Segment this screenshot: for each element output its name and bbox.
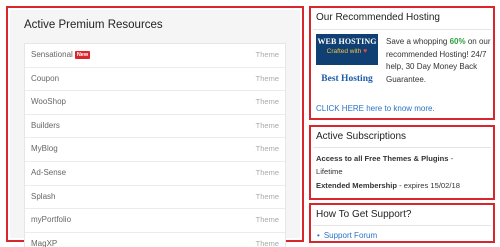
resources-title: Active Premium Resources — [24, 19, 163, 31]
resource-name: Sensational — [31, 50, 73, 59]
resource-type: Theme — [255, 215, 279, 225]
list-item[interactable]: Splash Theme — [25, 186, 285, 210]
resource-name: Builders — [31, 120, 60, 130]
list-item[interactable]: myPortfolio Theme — [25, 209, 285, 233]
hosting-more-link[interactable]: CLICK HERE here to know more. — [316, 104, 435, 113]
support-panel: How To Get Support? • Support Forum — [309, 203, 495, 243]
resource-name: Coupon — [31, 73, 60, 83]
resource-name: myPortfolio — [31, 215, 72, 225]
subscription-line: Access to all Free Themes & Plugins - — [316, 154, 453, 163]
discount-highlight: 60% — [449, 37, 466, 46]
list-item[interactable]: Sensational New Theme — [25, 44, 285, 68]
active-subscriptions-panel: Active Subscriptions Access to all Free … — [309, 125, 495, 200]
subscription-sep: - — [448, 154, 454, 163]
divider — [313, 29, 491, 30]
ad-tagline-text: Crafted with — [326, 48, 362, 55]
ad-headline: WEB HOSTING — [317, 37, 377, 46]
support-forum-item: • Support Forum — [317, 231, 377, 240]
resource-name: Splash — [31, 191, 56, 201]
support-title: How To Get Support? — [316, 209, 412, 220]
recommended-hosting-panel: Our Recommended Hosting WEB HOSTING Craf… — [309, 6, 495, 120]
resource-name-row: Sensational New — [31, 50, 91, 59]
resource-type: Theme — [255, 238, 279, 247]
list-item[interactable]: Coupon Theme — [25, 68, 285, 92]
resource-type: Theme — [255, 167, 279, 177]
new-badge: New — [74, 51, 91, 59]
resource-type: Theme — [255, 73, 279, 83]
resource-type: Theme — [255, 50, 279, 59]
resource-type: Theme — [255, 191, 279, 201]
bullet-icon: • — [317, 231, 320, 240]
subscription-name: Access to all Free Themes & Plugins — [316, 154, 449, 163]
list-item[interactable]: MagXP Theme — [25, 233, 285, 247]
resource-name: WooShop — [31, 97, 66, 107]
list-item[interactable]: Builders Theme — [25, 115, 285, 139]
resource-name: Ad-Sense — [31, 167, 67, 177]
subscription-term: Lifetime — [316, 167, 343, 176]
subscriptions-title: Active Subscriptions — [316, 131, 407, 142]
active-premium-resources-panel: Active Premium Resources Sensational New … — [6, 6, 304, 247]
subscription-expiry: - expires 15/02/18 — [397, 181, 460, 190]
subscription-name: Extended Membership — [316, 181, 398, 190]
ad-tagline: Crafted with ♥ — [316, 48, 378, 55]
support-forum-link[interactable]: Support Forum — [324, 231, 377, 240]
hosting-title: Our Recommended Hosting — [316, 12, 440, 23]
heart-icon: ♥ — [363, 48, 368, 55]
hosting-description: Save a whopping 60% on our recommended H… — [386, 36, 494, 86]
resource-type: Theme — [255, 97, 279, 107]
resource-name: MagXP — [31, 238, 58, 247]
hosting-text-pre: Save a whopping — [386, 37, 450, 46]
divider — [313, 147, 491, 148]
list-item[interactable]: MyBlog Theme — [25, 138, 285, 162]
resource-type: Theme — [255, 144, 279, 154]
resources-panel-body: Active Premium Resources Sensational New … — [10, 10, 300, 247]
ad-top-band: WEB HOSTING Crafted with ♥ — [316, 34, 378, 65]
ad-brand: Best Hosting — [316, 65, 378, 94]
list-item[interactable]: Ad-Sense Theme — [25, 162, 285, 186]
hosting-ad-banner[interactable]: WEB HOSTING Crafted with ♥ Best Hosting — [316, 34, 378, 94]
resource-name: MyBlog — [31, 144, 58, 154]
resources-list: Sensational New Theme Coupon Theme WooSho… — [24, 43, 286, 247]
list-item[interactable]: WooShop Theme — [25, 91, 285, 115]
divider — [313, 225, 491, 226]
resource-type: Theme — [255, 120, 279, 130]
subscription-line: Extended Membership - expires 15/02/18 — [316, 181, 460, 190]
